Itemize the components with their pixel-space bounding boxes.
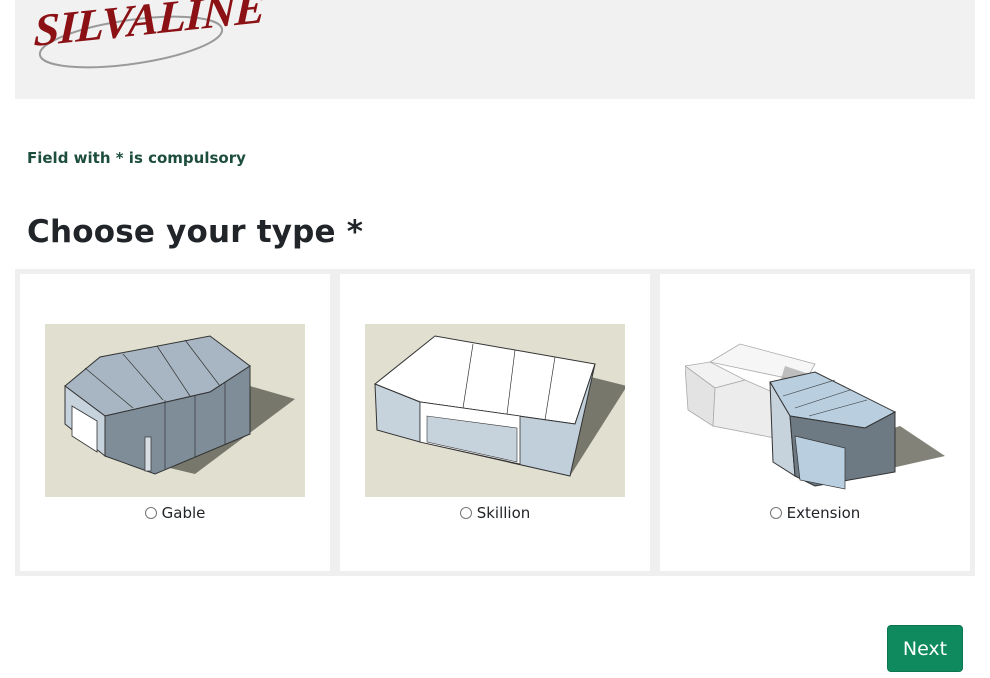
option-text-skillion: Skillion [476,504,531,522]
skillion-shed-image [365,324,625,497]
compulsory-note: Field with * is compulsory [27,149,246,167]
option-text-gable: Gable [161,504,206,522]
radio-skillion[interactable] [459,507,472,519]
page-title: Choose your type * [27,214,364,250]
option-label-gable[interactable]: Gable [20,504,330,522]
next-button[interactable]: Next [887,625,963,672]
type-options: Gable Skillion Extension [15,269,975,576]
gable-shed-image [45,324,305,497]
extension-shed-image [685,324,945,497]
option-card-gable[interactable]: Gable [20,274,330,571]
option-text-extension: Extension [786,504,861,522]
option-label-skillion[interactable]: Skillion [340,504,650,522]
site-header: SILVALINE [15,0,975,99]
option-card-extension[interactable]: Extension [660,274,970,571]
option-label-extension[interactable]: Extension [660,504,970,522]
radio-gable[interactable] [144,507,157,519]
radio-extension[interactable] [769,507,782,519]
silvaline-logo[interactable]: SILVALINE [33,0,266,80]
option-card-skillion[interactable]: Skillion [340,274,650,571]
